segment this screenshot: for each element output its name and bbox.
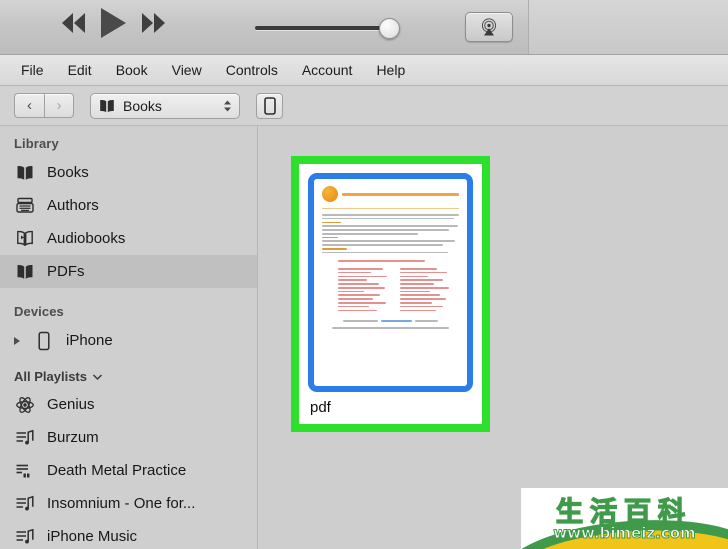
chevron-updown-icon xyxy=(223,100,232,112)
volume-track xyxy=(255,26,395,30)
play-button[interactable] xyxy=(101,8,126,38)
volume-slider[interactable] xyxy=(255,18,402,39)
sidebar-header-playlists[interactable]: All Playlists xyxy=(0,357,257,388)
playlist-icon xyxy=(14,495,36,513)
library-selector-label: Books xyxy=(123,97,162,114)
pdf-page-preview xyxy=(314,179,467,386)
transport-controls xyxy=(62,8,165,38)
itunes-window: File Edit Book View Controls Account Hel… xyxy=(0,0,728,549)
now-playing-pane xyxy=(528,0,728,54)
sidebar-item-iphone-music[interactable]: iPhone Music xyxy=(0,520,257,549)
chevron-left-icon: ‹ xyxy=(27,97,32,114)
menu-bar: File Edit Book View Controls Account Hel… xyxy=(0,55,728,86)
menu-help[interactable]: Help xyxy=(367,59,414,81)
pdf-item-label: pdf xyxy=(310,399,331,416)
rewind-icon xyxy=(62,13,85,33)
menu-file[interactable]: File xyxy=(12,59,53,81)
divider xyxy=(322,208,459,209)
document-list xyxy=(322,268,459,313)
back-button[interactable]: ‹ xyxy=(14,93,44,118)
sidebar-header-devices: Devices xyxy=(14,304,64,319)
menu-view[interactable]: View xyxy=(163,59,211,81)
sidebar-item-genius[interactable]: Genius xyxy=(0,388,257,421)
pdf-thumbnail[interactable] xyxy=(308,173,473,392)
sidebar-item-pdfs[interactable]: PDFs xyxy=(0,255,257,288)
sidebar-item-label: Burzum xyxy=(47,429,99,446)
navigation-bar: ‹ › Books xyxy=(0,86,728,126)
menu-controls[interactable]: Controls xyxy=(217,59,287,81)
airplay-icon xyxy=(481,18,497,36)
audiobook-icon xyxy=(14,230,36,247)
document-list-column xyxy=(338,268,391,313)
sidebar-item-iphone[interactable]: iPhone xyxy=(0,324,257,357)
sidebar-header-playlists-label: All Playlists xyxy=(14,369,87,384)
sidebar-item-death-metal-practice[interactable]: Death Metal Practice xyxy=(0,454,257,487)
pdf-item[interactable]: pdf xyxy=(299,164,482,424)
menu-book[interactable]: Book xyxy=(107,59,157,81)
open-book-icon xyxy=(14,165,36,181)
airplay-button[interactable] xyxy=(465,12,513,42)
sidebar-item-label: Genius xyxy=(47,396,95,413)
playlist-icon xyxy=(14,429,36,447)
previous-button[interactable] xyxy=(62,13,85,33)
smart-playlist-icon xyxy=(14,462,36,480)
document-footer xyxy=(322,320,459,329)
device-button[interactable] xyxy=(256,92,283,119)
open-book-icon xyxy=(14,264,36,280)
sidebar-item-label: iPhone Music xyxy=(47,528,138,545)
sidebar-item-books[interactable]: Books xyxy=(0,156,257,189)
document-list-column xyxy=(400,268,453,313)
sidebar-item-burzum[interactable]: Burzum xyxy=(0,421,257,454)
open-book-icon xyxy=(100,99,114,112)
chevron-down-icon xyxy=(92,373,103,380)
sidebar-item-label: PDFs xyxy=(47,263,85,280)
fastforward-icon xyxy=(142,13,165,33)
watermark-url: www.bimeiz.com xyxy=(553,524,696,543)
play-icon xyxy=(101,8,126,38)
sidebar-item-label: Death Metal Practice xyxy=(47,462,187,479)
sidebar: Library Books Authors Audiobooks PDFs De… xyxy=(0,126,258,549)
sidebar-item-label: Books xyxy=(47,164,89,181)
selection-highlight: pdf xyxy=(291,156,490,432)
disclosure-triangle-icon[interactable] xyxy=(14,336,20,345)
orange-circle-logo-icon xyxy=(322,186,338,202)
volume-knob[interactable] xyxy=(379,18,400,39)
document-body xyxy=(322,214,459,254)
library-selector[interactable]: Books xyxy=(90,92,240,119)
phone-icon xyxy=(33,331,55,351)
next-button[interactable] xyxy=(142,13,165,33)
menu-edit[interactable]: Edit xyxy=(59,59,101,81)
document-list-heading xyxy=(322,260,459,262)
sidebar-item-label: Insomnium - One for... xyxy=(47,495,196,512)
sidebar-item-label: Authors xyxy=(47,197,99,214)
sidebar-header-library: Library xyxy=(14,136,59,151)
document-heading xyxy=(342,192,459,196)
forward-button[interactable]: › xyxy=(44,93,74,118)
playlist-icon xyxy=(14,528,36,546)
sidebar-item-insomnium[interactable]: Insomnium - One for... xyxy=(0,487,257,520)
sidebar-item-authors[interactable]: Authors xyxy=(0,189,257,222)
genius-atom-icon xyxy=(14,395,36,415)
sidebar-item-label: Audiobooks xyxy=(47,230,126,247)
sidebar-item-label: iPhone xyxy=(66,332,113,349)
watermark: 生活百科 www.bimeiz.com xyxy=(521,488,728,549)
typewriter-icon xyxy=(14,197,36,214)
chevron-right-icon: › xyxy=(56,97,62,114)
content-area: pdf xyxy=(259,126,728,549)
sidebar-item-audiobooks[interactable]: Audiobooks xyxy=(0,222,257,255)
document-header xyxy=(322,186,459,202)
transport-bar xyxy=(0,0,728,55)
phone-icon xyxy=(263,96,276,115)
menu-account[interactable]: Account xyxy=(293,59,362,81)
